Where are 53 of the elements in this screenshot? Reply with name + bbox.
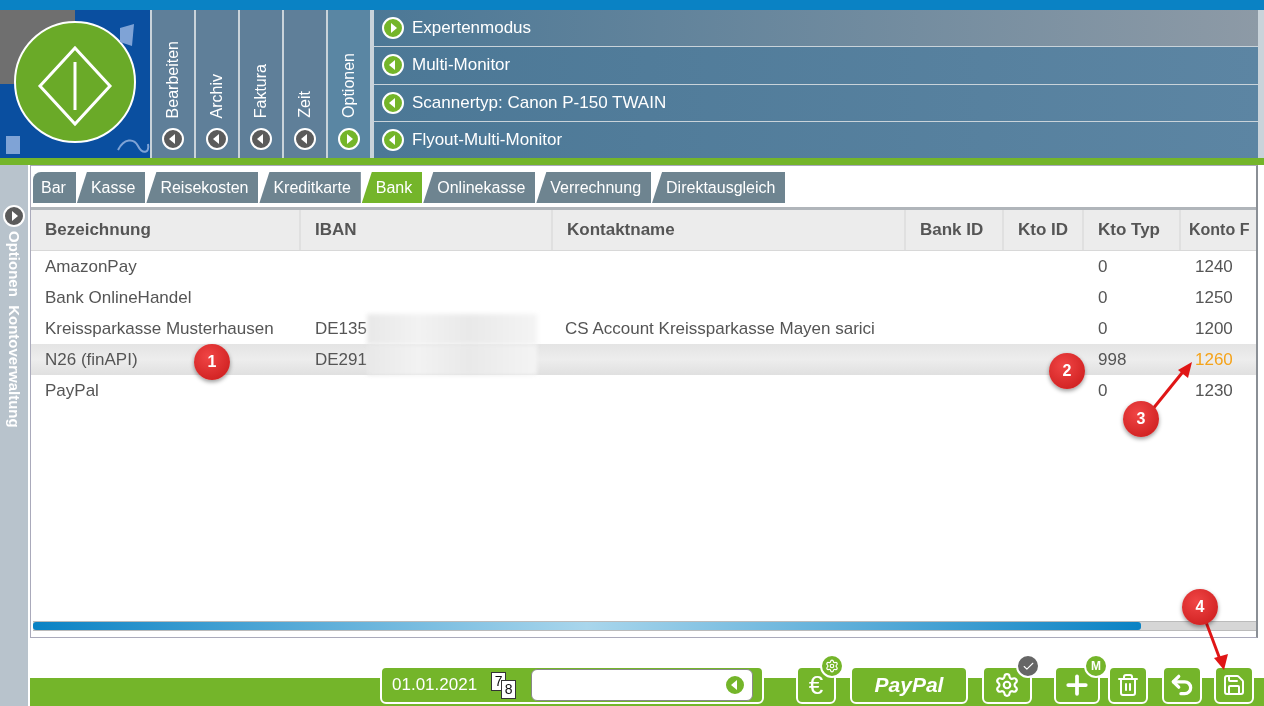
tab[interactable]: Bar <box>33 172 76 203</box>
table-row[interactable]: AmazonPay 0 1240 <box>31 251 1256 282</box>
table-row[interactable]: Bank OnlineHandel 0 1250 <box>31 282 1256 313</box>
column-header[interactable]: Konto F <box>1181 210 1256 250</box>
menu-tab[interactable]: Zeit <box>284 10 326 158</box>
option-item[interactable]: Scannertyp: Canon P-150 TWAIN <box>374 84 1258 121</box>
column-header[interactable]: Kontaktname <box>553 210 906 250</box>
table-row[interactable]: Kreissparkasse Musterhausen DE135 CS Account Kreissparkasse Mayen sarici 0 1200 <box>31 313 1256 344</box>
date-text: 01.01.2021 <box>392 675 478 695</box>
annotation-marker: 4 <box>1182 589 1218 625</box>
table-cell-text: 998 <box>1097 348 1128 371</box>
tab[interactable]: Kasse <box>76 172 146 203</box>
table-cell-text: 0 <box>1097 317 1109 340</box>
table-cell-text: 0 <box>1097 379 1109 402</box>
tab[interactable]: Bank <box>361 172 423 203</box>
column-header[interactable]: Kto Typ <box>1084 210 1181 250</box>
table-cell: DE291 <box>315 349 367 370</box>
table-cell-text: 1240 <box>1194 255 1234 278</box>
table-cell-text: 1200 <box>1194 317 1234 340</box>
annotation-marker: 3 <box>1123 401 1159 437</box>
tab[interactable]: Verrechnung <box>536 172 652 203</box>
tab[interactable]: Direktausgleich <box>652 172 786 203</box>
menu-tab[interactable]: Optionen <box>328 10 370 158</box>
m-badge: M <box>1084 654 1108 678</box>
table-cell: PayPal <box>45 380 99 401</box>
side-panel-title: Optionen Kontoverwaltung <box>5 231 23 428</box>
menu-tab[interactable]: Faktura <box>240 10 282 158</box>
tab[interactable]: Onlinekasse <box>423 172 536 203</box>
table-cell: Bank OnlineHandel <box>45 287 192 308</box>
menu-tab[interactable]: Bearbeiten <box>152 10 194 158</box>
column-header[interactable]: Bezeichnung <box>31 210 301 250</box>
table-cell-text: 1260 <box>1194 348 1234 371</box>
table-cell: Kreissparkasse Musterhausen <box>45 318 274 339</box>
option-item[interactable]: Expertenmodus <box>374 10 1258 47</box>
column-header[interactable]: Bank ID <box>906 210 1004 250</box>
currency-button[interactable]: € <box>796 666 836 704</box>
column-header[interactable]: Kto ID <box>1004 210 1084 250</box>
tab[interactable]: Reisekosten <box>146 172 259 203</box>
menu-tab[interactable]: Archiv <box>196 10 238 158</box>
annotation-marker: 2 <box>1049 353 1085 389</box>
paypal-button[interactable]: PayPal <box>850 666 968 704</box>
column-header[interactable]: IBAN <box>301 210 553 250</box>
table-cell-text: 1230 <box>1194 379 1234 402</box>
option-item[interactable]: Flyout-Multi-Monitor <box>374 121 1258 158</box>
table-cell-text: 1250 <box>1194 286 1234 309</box>
table-cell: N26 (finAPI) <box>45 349 138 370</box>
table-cell-text: CS Account Kreissparkasse Mayen sarici <box>564 317 876 340</box>
table-cell-text: 0 <box>1097 286 1109 309</box>
tab[interactable]: Kreditkarte <box>259 172 361 203</box>
table-cell-text: 0 <box>1097 255 1109 278</box>
table-cell: DE135 <box>315 318 367 339</box>
option-item[interactable]: Multi-Monitor <box>374 47 1258 84</box>
table-cell: AmazonPay <box>45 256 137 277</box>
